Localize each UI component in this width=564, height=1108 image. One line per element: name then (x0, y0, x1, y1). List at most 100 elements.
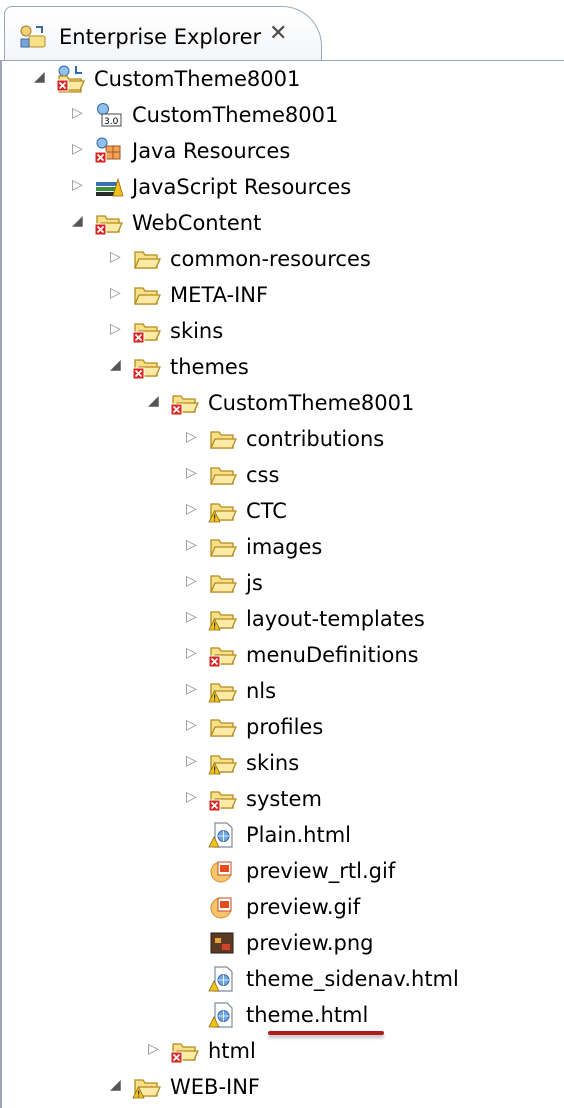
tree-file-item[interactable]: theme_sidenav.html (0, 961, 560, 997)
folder-warning-icon (132, 1073, 162, 1101)
folder-error-icon (170, 389, 200, 417)
expanded-arrow-icon[interactable]: ◢ (148, 393, 162, 409)
collapsed-arrow-icon[interactable]: ▷ (186, 717, 200, 733)
tree-item-label: WEB-INF (170, 1075, 260, 1099)
tree-item-label: js (246, 571, 263, 595)
png-file-icon (208, 929, 238, 957)
view-title: Enterprise Explorer (59, 25, 262, 49)
tree-folder-item[interactable]: ▷ system (0, 781, 560, 817)
collapsed-arrow-icon[interactable]: ▷ (186, 681, 200, 697)
tree-item-label: Plain.html (246, 823, 352, 847)
folder-icon (208, 713, 238, 741)
tree-item-label: WebContent (132, 211, 262, 235)
tree-item-label: CustomTheme8001 (208, 391, 415, 415)
tree-item-label: images (246, 535, 323, 559)
folder-icon (208, 569, 238, 597)
folder-error-icon (208, 641, 238, 669)
close-icon[interactable]: ✕ (269, 21, 287, 46)
collapsed-arrow-icon[interactable]: ▷ (186, 645, 200, 661)
collapsed-arrow-icon[interactable]: ▷ (186, 609, 200, 625)
tree-folder-item[interactable]: ▷ html (0, 1033, 560, 1069)
tree-item-label: CustomTheme8001 (94, 67, 301, 91)
tree-item-label: menuDefinitions (246, 643, 419, 667)
expanded-arrow-icon[interactable]: ◢ (110, 1077, 124, 1093)
tree-folder-item[interactable]: ▷ skins (0, 745, 560, 781)
tree-folder-item[interactable]: ▷ CTC (0, 493, 560, 529)
tree-folder-item[interactable]: ▷ css (0, 457, 560, 493)
tree-folder-item[interactable]: ◢ WEB-INF (0, 1069, 560, 1105)
folder-warning-icon (208, 605, 238, 633)
collapsed-arrow-icon[interactable]: ▷ (72, 177, 86, 193)
tree-folder-item[interactable]: ▷ META-INF (0, 277, 560, 313)
collapsed-arrow-icon[interactable]: ▷ (110, 321, 124, 337)
tree-folder-item[interactable]: ▷ skins (0, 313, 560, 349)
tree-folder-item[interactable]: ▷ menuDefinitions (0, 637, 560, 673)
folder-error-icon (132, 317, 162, 345)
tree-folder-item[interactable]: ▷ JavaScript Resources (0, 169, 560, 205)
tree-file-item[interactable]: Plain.html (0, 817, 560, 853)
folder-icon (132, 281, 162, 309)
expanded-arrow-icon[interactable]: ◢ (34, 69, 48, 85)
tree-folder-item[interactable]: ◢ themes (0, 349, 560, 385)
tree-folder-item[interactable]: ▷ nls (0, 673, 560, 709)
tree-item-label: common-resources (170, 247, 371, 271)
tree-folder-item[interactable]: ▷ profiles (0, 709, 560, 745)
tree-item-label: nls (246, 679, 277, 703)
collapsed-arrow-icon[interactable]: ▷ (148, 1041, 162, 1057)
expanded-arrow-icon[interactable]: ◢ (110, 357, 124, 373)
folder-warning-icon (208, 749, 238, 777)
tree-folder-item[interactable]: ▷ images (0, 529, 560, 565)
view-tab-bar: Enterprise Explorer ✕ (0, 0, 564, 62)
collapsed-arrow-icon[interactable]: ▷ (186, 573, 200, 589)
collapsed-arrow-icon[interactable]: ▷ (186, 429, 200, 445)
tree-item-label: JavaScript Resources (132, 175, 352, 199)
collapsed-arrow-icon[interactable]: ▷ (186, 789, 200, 805)
tree-item-label: contributions (246, 427, 385, 451)
folder-error-icon (208, 785, 238, 813)
collapsed-arrow-icon[interactable]: ▷ (72, 141, 86, 157)
tree-folder-item[interactable]: ▷ common-resources (0, 241, 560, 277)
html-file-warning-icon (208, 965, 238, 993)
tree-item-label: system (246, 787, 322, 811)
project-icon (56, 65, 86, 93)
tree-item-label: preview_rtl.gif (246, 859, 396, 883)
tree-item-label: CTC (246, 499, 287, 523)
folder-icon (132, 245, 162, 273)
tree-folder-item[interactable]: ◢ CustomTheme8001 (0, 385, 560, 421)
collapsed-arrow-icon[interactable]: ▷ (72, 105, 86, 121)
expanded-arrow-icon[interactable]: ◢ (72, 213, 86, 229)
tree-folder-item[interactable]: ▷ 3.0 CustomTheme8001 (0, 97, 560, 133)
collapsed-arrow-icon[interactable]: ▷ (186, 465, 200, 481)
enterprise-explorer-tab[interactable]: Enterprise Explorer ✕ (4, 6, 322, 60)
tree-item-label: themes (170, 355, 249, 379)
svg-text:3.0: 3.0 (104, 117, 119, 127)
tree-folder-item[interactable]: ▷ contributions (0, 421, 560, 457)
folder-error-icon (132, 353, 162, 381)
tree-file-item[interactable]: theme.html (0, 997, 560, 1033)
tree-folder-item[interactable]: ◢ WebContent (0, 205, 560, 241)
tree-item-label: preview.png (246, 931, 374, 955)
tree-file-item[interactable]: preview_rtl.gif (0, 853, 560, 889)
collapsed-arrow-icon[interactable]: ▷ (186, 537, 200, 553)
folder-error-icon (94, 209, 124, 237)
tree-file-item[interactable]: preview.png (0, 925, 560, 961)
tree-file-item[interactable]: preview.gif (0, 889, 560, 925)
folder-icon (208, 533, 238, 561)
collapsed-arrow-icon[interactable]: ▷ (186, 501, 200, 517)
tree-item-label: skins (246, 751, 300, 775)
tree-folder-item[interactable]: ▷ Java Resources (0, 133, 560, 169)
folder-warning-icon (208, 497, 238, 525)
tree-folder-item[interactable]: ▷ layout-templates (0, 601, 560, 637)
enterprise-explorer-icon (20, 25, 46, 48)
collapsed-arrow-icon[interactable]: ▷ (186, 753, 200, 769)
tree-item-label: skins (170, 319, 224, 343)
tree-item-label: CustomTheme8001 (132, 103, 339, 127)
tree-item-label: preview.gif (246, 895, 361, 919)
collapsed-arrow-icon[interactable]: ▷ (110, 285, 124, 301)
collapsed-arrow-icon[interactable]: ▷ (110, 249, 124, 265)
tree-folder-item[interactable]: ◢ CustomTheme8001 (0, 61, 560, 97)
tree-folder-item[interactable]: ▷ js (0, 565, 560, 601)
html-file-warning-icon (208, 1001, 238, 1029)
folder-warning-icon (208, 677, 238, 705)
folder-icon (208, 425, 238, 453)
